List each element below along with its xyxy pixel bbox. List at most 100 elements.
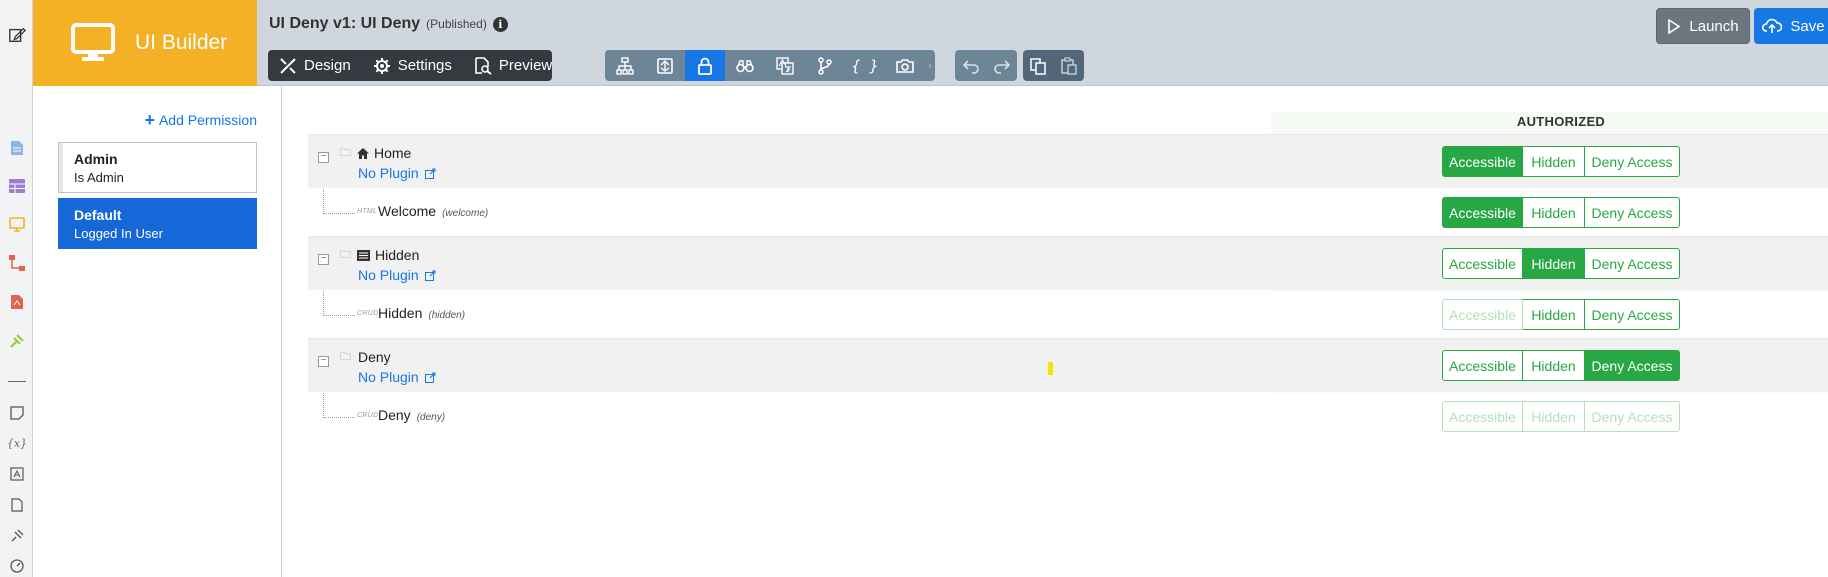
pin-icon[interactable]: [8, 527, 26, 545]
collapse-toggle[interactable]: −: [318, 356, 329, 367]
permission-item-default[interactable]: Default Logged In User: [58, 198, 257, 249]
page-name-text: Hidden: [375, 247, 420, 263]
cloud-upload-icon: [1762, 18, 1783, 33]
brand-block: UI Builder: [33, 0, 257, 86]
undo-icon[interactable]: [955, 50, 986, 81]
component-type: HTML: [357, 208, 378, 215]
deny-access-button[interactable]: Deny Access: [1585, 299, 1680, 330]
monitor-icon[interactable]: [8, 215, 26, 233]
plugin-icon[interactable]: [8, 332, 26, 350]
hidden-button[interactable]: Hidden: [1523, 197, 1585, 228]
braces-icon[interactable]: { }: [845, 50, 885, 81]
component-name-text: Hidden: [378, 305, 423, 321]
access-toggle: Accessible Hidden Deny Access: [1442, 401, 1680, 432]
page-name-text: Deny: [358, 349, 391, 365]
folder-icon: 🗀: [340, 351, 351, 363]
preview-button[interactable]: Preview: [463, 50, 563, 81]
hidden-button[interactable]: Hidden: [1523, 248, 1585, 279]
translate-icon[interactable]: [765, 50, 805, 81]
dashboard-icon[interactable]: [8, 557, 26, 575]
component-id: (deny): [416, 412, 446, 423]
monitor-icon: [71, 23, 115, 63]
undo-redo-group: [955, 50, 1017, 81]
binoculars-icon[interactable]: [725, 50, 765, 81]
page-row-home: − 🗀 Home No Plugin Accessible Hidden Den…: [308, 134, 1828, 188]
design-label: Design: [304, 57, 351, 74]
paste-icon[interactable]: [1054, 50, 1085, 81]
external-edit-icon: [424, 372, 436, 383]
accessible-button[interactable]: Accessible: [1442, 248, 1523, 279]
deny-access-button[interactable]: Deny Access: [1585, 350, 1680, 381]
permission-condition: Logged In User: [74, 226, 163, 241]
info-icon[interactable]: i: [492, 16, 508, 32]
preview-label: Preview: [498, 57, 553, 74]
accessible-button[interactable]: Accessible: [1442, 197, 1523, 228]
play-icon: [1668, 18, 1681, 34]
tree-connector: [323, 213, 355, 214]
deny-access-button[interactable]: Deny Access: [1585, 248, 1680, 279]
chevron-right-icon[interactable]: ›: [925, 50, 935, 81]
tree-connector: [323, 393, 324, 418]
external-edit-icon: [424, 168, 436, 179]
add-permission-link[interactable]: + Add Permission: [144, 110, 257, 130]
save-label: Save: [1790, 17, 1825, 35]
launch-button[interactable]: Launch: [1656, 8, 1750, 44]
settings-button[interactable]: Settings: [362, 50, 463, 81]
redo-icon[interactable]: [986, 50, 1017, 81]
home-icon: [357, 147, 369, 159]
toolbar: { } ›: [605, 50, 935, 81]
left-icon-rail: {x}: [0, 0, 33, 577]
sitemap-icon[interactable]: [605, 50, 645, 81]
design-button[interactable]: Design: [268, 50, 362, 81]
collapse-toggle[interactable]: −: [318, 152, 329, 163]
document-icon[interactable]: [8, 139, 26, 157]
accessible-button[interactable]: Accessible: [1442, 146, 1523, 177]
file-icon[interactable]: [8, 496, 26, 514]
branch-icon[interactable]: [805, 50, 845, 81]
component-name: Deny (deny): [378, 407, 445, 423]
external-edit-icon: [424, 270, 436, 281]
authorized-header: AUTHORIZED: [1516, 114, 1606, 129]
edit-icon[interactable]: [8, 26, 26, 44]
plus-icon: +: [144, 110, 155, 130]
variable-icon[interactable]: {x}: [7, 434, 27, 452]
report-icon[interactable]: [8, 293, 26, 311]
permission-condition: Is Admin: [74, 170, 124, 185]
gear-icon: [373, 57, 390, 74]
hidden-button[interactable]: Hidden: [1523, 299, 1585, 330]
cursor-marker: [1048, 362, 1053, 375]
translate-icon[interactable]: [8, 465, 26, 483]
tree-connector: [323, 315, 355, 316]
app-name: UI Deny v1: UI Deny: [269, 15, 421, 32]
permission-name: Admin: [74, 151, 118, 167]
clipboard-group: [1023, 50, 1084, 81]
app-title: UI Deny v1: UI Deny (Published) i: [269, 15, 508, 33]
access-toggle: Accessible Hidden Deny Access: [1442, 248, 1680, 279]
collapse-toggle[interactable]: −: [318, 254, 329, 265]
note-icon[interactable]: [8, 404, 26, 422]
component-name: Hidden (hidden): [378, 305, 465, 321]
accessible-button: Accessible: [1442, 299, 1523, 330]
no-plugin-link[interactable]: No Plugin: [358, 267, 436, 283]
folder-icon: 🗀: [340, 147, 351, 159]
deny-access-button[interactable]: Deny Access: [1585, 146, 1680, 177]
workflow-icon[interactable]: [8, 254, 26, 272]
launch-label: Launch: [1689, 17, 1739, 35]
hidden-button[interactable]: Hidden: [1523, 146, 1585, 177]
save-button[interactable]: Save: [1754, 8, 1828, 44]
access-toggle: Accessible Hidden Deny Access: [1442, 350, 1680, 381]
lock-icon[interactable]: [685, 50, 725, 81]
no-plugin-link[interactable]: No Plugin: [358, 165, 436, 181]
permission-item-admin[interactable]: Admin Is Admin: [58, 142, 257, 193]
accessible-button: Accessible: [1442, 401, 1523, 432]
tree-connector: [323, 291, 324, 316]
upload-icon[interactable]: [645, 50, 685, 81]
table-icon[interactable]: [8, 177, 26, 195]
accessible-button[interactable]: Accessible: [1442, 350, 1523, 381]
copy-icon[interactable]: [1023, 50, 1054, 81]
camera-icon[interactable]: [885, 50, 925, 81]
access-toggle: Accessible Hidden Deny Access: [1442, 197, 1680, 228]
hidden-button[interactable]: Hidden: [1523, 350, 1585, 381]
no-plugin-link[interactable]: No Plugin: [358, 369, 436, 385]
deny-access-button[interactable]: Deny Access: [1585, 197, 1680, 228]
